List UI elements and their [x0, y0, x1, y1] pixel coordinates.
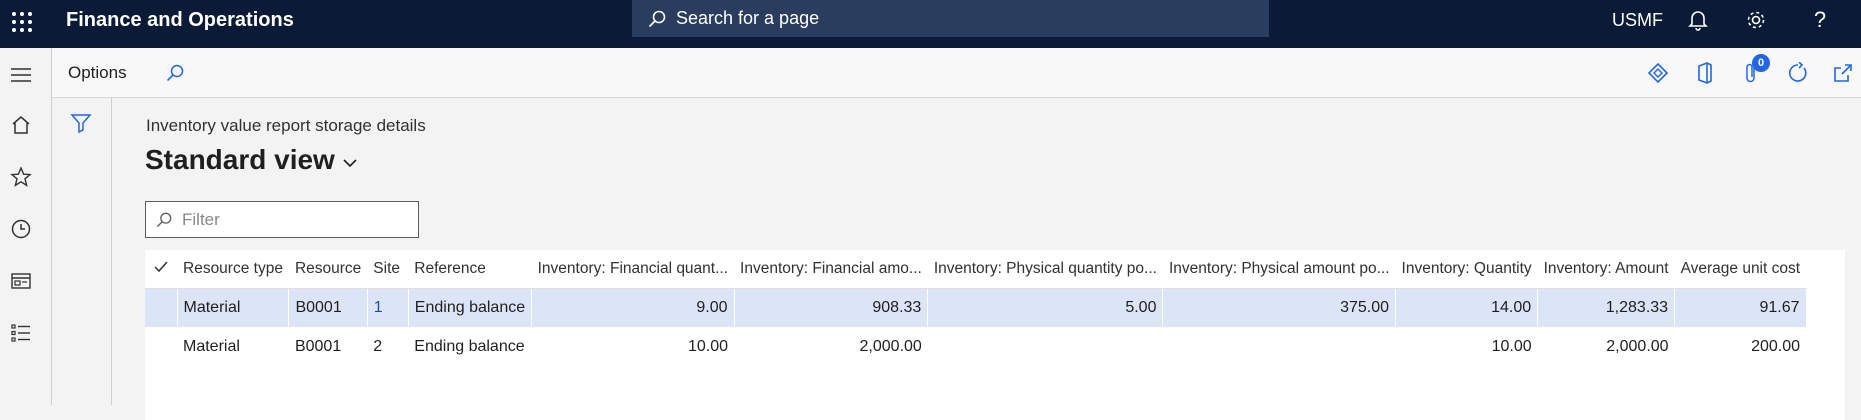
view-selector[interactable]: Standard view — [145, 144, 357, 176]
table-cell[interactable]: 14.00 — [1395, 288, 1539, 327]
hamburger-menu-icon[interactable] — [8, 62, 34, 88]
help-icon[interactable]: ? — [1806, 6, 1834, 34]
table-cell[interactable]: 1 — [367, 288, 409, 327]
settings-gear-icon[interactable] — [1742, 6, 1770, 34]
table-cell[interactable]: 2,000.00 — [734, 327, 928, 366]
filter-funnel-icon[interactable] — [70, 112, 92, 139]
favorites-star-icon[interactable] — [8, 164, 34, 190]
table-cell[interactable]: 1,283.33 — [1537, 288, 1676, 327]
app-title[interactable]: Finance and Operations — [66, 0, 294, 40]
table-cell[interactable]: B0001 — [288, 288, 368, 327]
table-cell[interactable]: 2,000.00 — [1538, 327, 1675, 366]
company-selector[interactable]: USMF — [1612, 0, 1663, 40]
column-header[interactable]: Inventory: Quantity — [1395, 250, 1538, 289]
column-header[interactable]: Inventory: Financial amo... — [734, 250, 928, 289]
table-header-row: Resource type Resource Site Reference In… — [145, 250, 1807, 289]
grid-filter-input[interactable]: Filter — [145, 201, 419, 238]
workspaces-icon[interactable] — [8, 268, 34, 294]
power-apps-diamond-icon[interactable] — [1645, 60, 1671, 86]
column-header[interactable]: Inventory: Physical amount po... — [1162, 250, 1396, 289]
open-new-window-icon[interactable] — [1830, 60, 1856, 86]
filter-placeholder: Filter — [182, 209, 220, 229]
modules-list-icon[interactable] — [8, 320, 34, 346]
view-title: Standard view — [145, 144, 335, 175]
filter-pane — [52, 98, 112, 405]
table-cell[interactable] — [928, 327, 1163, 366]
row-select-checkbox[interactable] — [145, 288, 178, 327]
table-cell[interactable]: Material — [177, 288, 290, 327]
table-row[interactable]: Material B0001 2 Ending balance 10.00 2,… — [145, 327, 1806, 366]
search-icon — [648, 10, 666, 27]
column-header[interactable]: Average unit cost — [1674, 250, 1807, 289]
table-cell[interactable]: 2 — [367, 327, 408, 366]
column-header[interactable]: Resource — [288, 250, 368, 289]
data-grid: Resource type Resource Site Reference In… — [145, 250, 1845, 420]
table-cell[interactable] — [1163, 327, 1396, 366]
column-header[interactable]: Site — [367, 250, 409, 289]
column-header[interactable]: Inventory: Amount — [1537, 250, 1675, 289]
table-cell[interactable]: B0001 — [289, 327, 367, 366]
office-icon[interactable] — [1692, 60, 1718, 86]
checkmark-icon — [154, 261, 168, 272]
page-search-input[interactable]: Search for a page — [632, 0, 1269, 37]
table-cell[interactable]: 10.00 — [532, 327, 734, 366]
action-pane: Options 0 — [52, 48, 1861, 98]
table-cell[interactable]: 10.00 — [1396, 327, 1538, 366]
options-tab[interactable]: Options — [68, 48, 127, 98]
table-row[interactable]: Material B0001 1 Ending balance 9.00 908… — [145, 288, 1807, 327]
app-launcher-icon[interactable] — [8, 8, 36, 36]
row-select-checkbox[interactable] — [145, 327, 177, 366]
table-cell[interactable]: 9.00 — [531, 288, 735, 327]
column-header[interactable]: Reference — [408, 250, 532, 289]
attachments-icon[interactable]: 0 — [1738, 54, 1770, 86]
refresh-icon[interactable] — [1785, 60, 1811, 86]
home-icon[interactable] — [8, 112, 34, 138]
table-cell[interactable]: Ending balance — [408, 288, 533, 327]
table-cell[interactable]: 908.33 — [734, 288, 929, 327]
table-cell[interactable]: 375.00 — [1162, 288, 1397, 327]
table-cell[interactable]: 200.00 — [1675, 327, 1806, 366]
chevron-down-icon — [343, 159, 357, 168]
top-navigation-bar: Finance and Operations Search for a page… — [0, 0, 1861, 48]
column-header[interactable]: Inventory: Physical quantity po... — [927, 250, 1163, 289]
page-caption: Inventory value report storage details — [146, 116, 426, 135]
column-header[interactable]: Inventory: Financial quant... — [531, 250, 735, 289]
left-navigation-pane — [0, 48, 52, 405]
storage-details-table: Resource type Resource Site Reference In… — [145, 250, 1807, 366]
select-all-checkbox[interactable] — [145, 250, 177, 289]
notification-bell-icon[interactable] — [1684, 6, 1712, 34]
column-header[interactable]: Resource type — [177, 250, 289, 289]
attachments-count-badge: 0 — [1752, 54, 1770, 72]
search-placeholder: Search for a page — [676, 8, 820, 28]
table-cell[interactable]: Ending balance — [408, 327, 531, 366]
recent-clock-icon[interactable] — [8, 216, 34, 242]
table-cell[interactable]: 5.00 — [927, 288, 1164, 327]
search-icon — [156, 212, 172, 227]
table-cell[interactable]: Material — [177, 327, 289, 366]
table-cell[interactable]: 91.67 — [1674, 288, 1807, 327]
page-content: Inventory value report storage details S… — [113, 98, 1861, 420]
action-search-icon[interactable] — [162, 60, 188, 86]
